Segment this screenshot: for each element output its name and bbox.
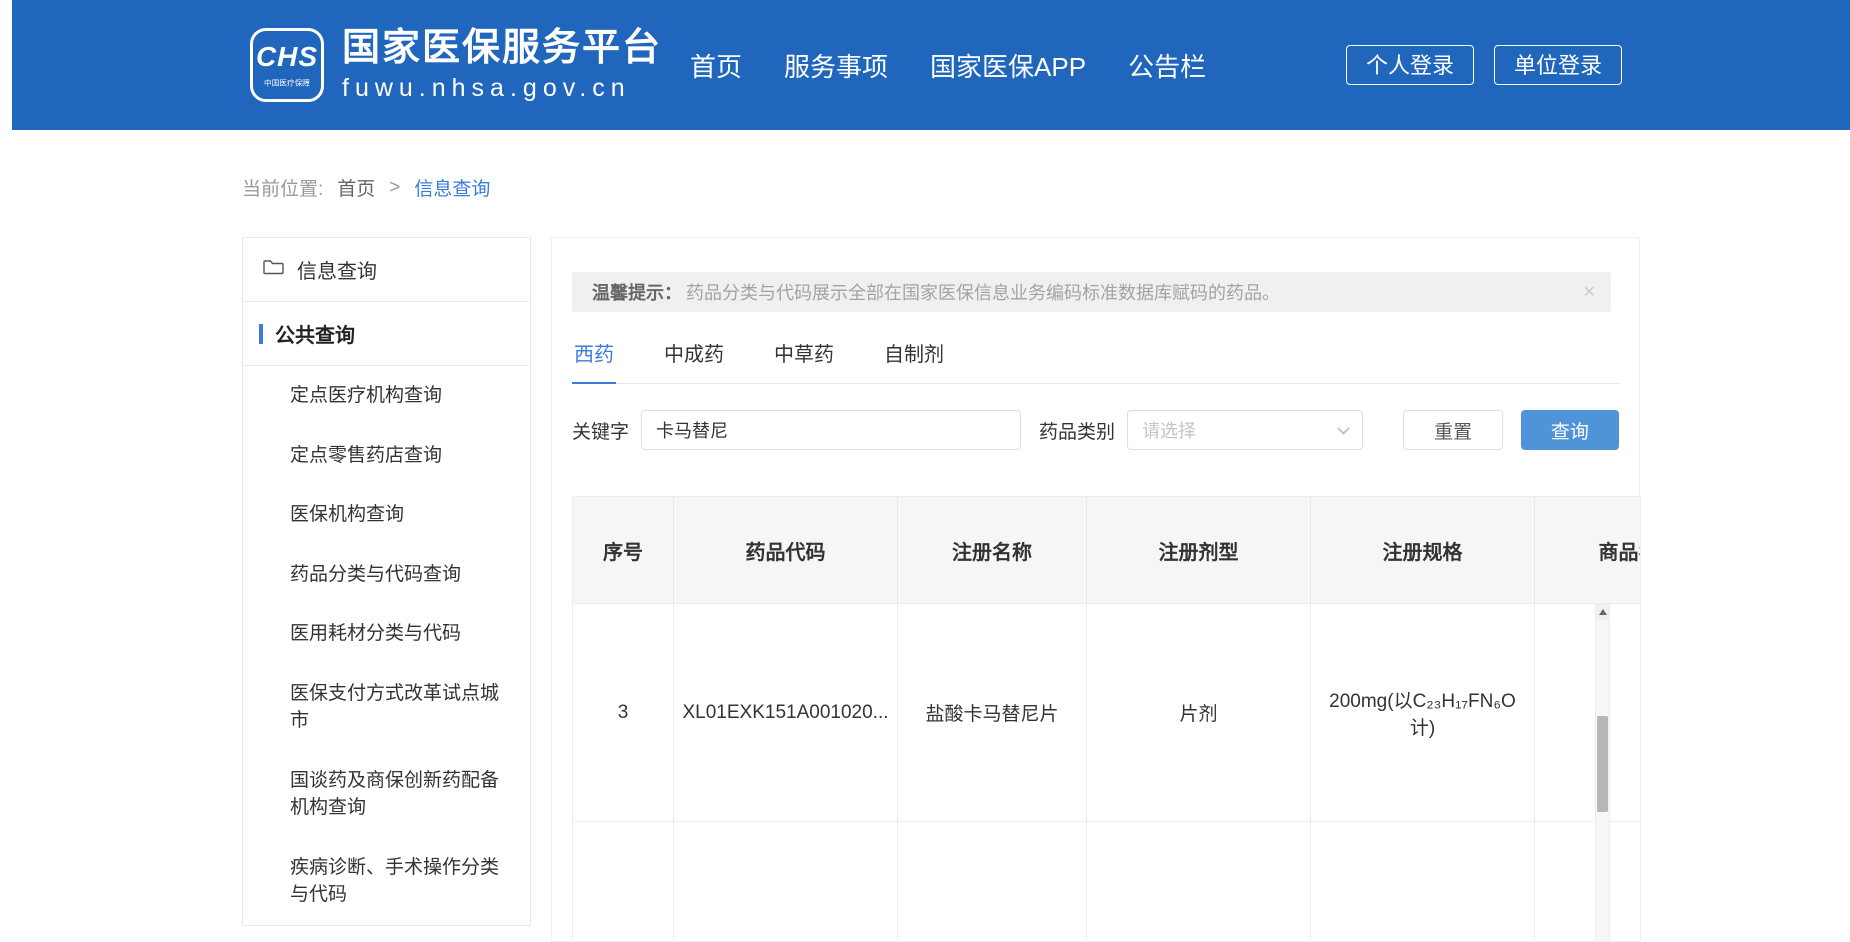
drug-category-label: 药品类别 [1039, 417, 1115, 444]
cell-empty [1087, 822, 1311, 941]
nav-item-announcements[interactable]: 公告栏 [1128, 47, 1206, 84]
cell-spec: 200mg(以C₂₃H₁₇FN₆O计) [1311, 604, 1535, 821]
scroll-up-arrow-icon [1599, 609, 1607, 615]
unit-login-button[interactable]: 单位登录 [1494, 45, 1622, 85]
section-indicator-bar [259, 324, 263, 344]
personal-login-button[interactable]: 个人登录 [1346, 45, 1474, 85]
sidebar-item-drug-classification-code[interactable]: 药品分类与代码查询 [243, 545, 530, 605]
table-header-row: 序号 药品代码 注册名称 注册剂型 注册规格 商品名 [573, 497, 1641, 603]
sidebar-root-label: 信息查询 [297, 255, 377, 284]
col-header-seq: 序号 [573, 497, 674, 603]
chs-logo-text: CHS [256, 41, 318, 73]
cell-dosage-form: 片剂 [1087, 604, 1311, 821]
cell-empty [898, 822, 1087, 941]
tab-self-prepared[interactable]: 自制剂 [882, 338, 946, 383]
keyword-input[interactable] [641, 410, 1021, 450]
sidebar-section-public-query[interactable]: 公共查询 [243, 302, 530, 366]
cell-seq: 3 [573, 604, 674, 821]
breadcrumb: 当前位置: 首页 > 信息查询 [242, 174, 1850, 201]
chs-logo-subtext: 中国医疗保障 [264, 77, 310, 88]
sidebar-item-medical-insurance-agencies[interactable]: 医保机构查询 [243, 485, 530, 545]
breadcrumb-current: 信息查询 [414, 174, 490, 201]
nav-item-app[interactable]: 国家医保APP [930, 47, 1086, 84]
sidebar-root[interactable]: 信息查询 [243, 238, 530, 302]
sidebar: 信息查询 公共查询 定点医疗机构查询 定点零售药店查询 医保机构查询 药品分类与… [242, 237, 531, 926]
sidebar-section-label: 公共查询 [275, 319, 355, 348]
notice-close-icon[interactable]: × [1583, 281, 1595, 304]
tab-chinese-herbal-medicine[interactable]: 中草药 [772, 338, 836, 383]
sidebar-item-disease-diagnosis-code[interactable]: 疾病诊断、手术操作分类与代码 [243, 838, 530, 925]
site-title: 国家医保服务平台 [342, 27, 662, 71]
nav-item-home[interactable]: 首页 [690, 47, 742, 84]
col-header-registered-name: 注册名称 [898, 497, 1087, 603]
col-header-brand-name: 商品名 [1535, 497, 1641, 603]
scroll-up-button[interactable] [1596, 604, 1609, 620]
breadcrumb-home-link[interactable]: 首页 [337, 174, 375, 201]
site-title-block: 国家医保服务平台 fuwu.nhsa.gov.cn [342, 27, 662, 104]
col-header-spec: 注册规格 [1311, 497, 1535, 603]
col-header-drug-code: 药品代码 [674, 497, 898, 603]
scrollbar-thumb[interactable] [1597, 716, 1608, 812]
drug-category-select[interactable]: 请选择 [1127, 410, 1363, 450]
cell-empty [1311, 822, 1535, 941]
results-table: 序号 药品代码 注册名称 注册剂型 注册规格 商品名 3 XL01EXK151A… [572, 496, 1641, 941]
sidebar-item-payment-reform-pilot-cities[interactable]: 医保支付方式改革试点城市 [243, 664, 530, 751]
reset-button[interactable]: 重置 [1403, 410, 1502, 450]
select-placeholder: 请选择 [1142, 417, 1196, 443]
notice-prefix: 温馨提示： [592, 279, 682, 305]
filter-row: 关键字 药品类别 请选择 重置 查询 [572, 410, 1619, 450]
sidebar-item-designated-retail-pharmacies[interactable]: 定点零售药店查询 [243, 426, 530, 486]
table-row-partial[interactable] [573, 821, 1641, 941]
tab-chinese-patent-medicine[interactable]: 中成药 [662, 338, 726, 383]
cell-registered-name: 盐酸卡马替尼片 [898, 604, 1087, 821]
breadcrumb-label: 当前位置: [242, 174, 323, 201]
main-nav: 首页 服务事项 国家医保APP 公告栏 [690, 47, 1206, 84]
search-button[interactable]: 查询 [1521, 410, 1619, 450]
cell-empty [674, 822, 898, 941]
sidebar-item-negotiated-drug-institutions[interactable]: 国谈药及商保创新药配备机构查询 [243, 751, 530, 838]
notice-text: 药品分类与代码展示全部在国家医保信息业务编码标准数据库赋码的药品。 [686, 279, 1280, 305]
notice-bar: 温馨提示： 药品分类与代码展示全部在国家医保信息业务编码标准数据库赋码的药品。 … [572, 272, 1611, 312]
category-tabs: 西药 中成药 中草药 自制剂 [572, 338, 1619, 384]
chevron-down-icon [1338, 422, 1351, 435]
site-logo: CHS 中国医疗保障 国家医保服务平台 fuwu.nhsa.gov.cn [250, 27, 662, 104]
cell-brand-name [1535, 604, 1641, 821]
nav-item-services[interactable]: 服务事项 [784, 47, 888, 84]
folder-icon [263, 258, 284, 281]
cell-empty [573, 822, 674, 941]
tab-western-medicine[interactable]: 西药 [572, 338, 616, 384]
col-header-dosage-form: 注册剂型 [1087, 497, 1311, 603]
cell-empty [1535, 822, 1641, 941]
sidebar-item-designated-medical-institutions[interactable]: 定点医疗机构查询 [243, 366, 530, 426]
sidebar-item-medical-consumables-code[interactable]: 医用耗材分类与代码 [243, 604, 530, 664]
cell-drug-code: XL01EXK151A001020... [674, 604, 898, 821]
site-header: CHS 中国医疗保障 国家医保服务平台 fuwu.nhsa.gov.cn 首页 … [12, 0, 1850, 130]
login-buttons: 个人登录 单位登录 [1346, 45, 1622, 85]
table-row[interactable]: 3 XL01EXK151A001020... 盐酸卡马替尼片 片剂 200mg(… [573, 603, 1641, 821]
keyword-label: 关键字 [572, 417, 629, 444]
page-content: 信息查询 公共查询 定点医疗机构查询 定点零售药店查询 医保机构查询 药品分类与… [242, 237, 1850, 942]
chs-logo-badge: CHS 中国医疗保障 [250, 28, 324, 102]
breadcrumb-separator: > [389, 177, 400, 199]
main-panel: 温馨提示： 药品分类与代码展示全部在国家医保信息业务编码标准数据库赋码的药品。 … [551, 237, 1640, 942]
table-scrollbar[interactable] [1595, 603, 1610, 941]
site-url: fuwu.nhsa.gov.cn [342, 74, 662, 103]
